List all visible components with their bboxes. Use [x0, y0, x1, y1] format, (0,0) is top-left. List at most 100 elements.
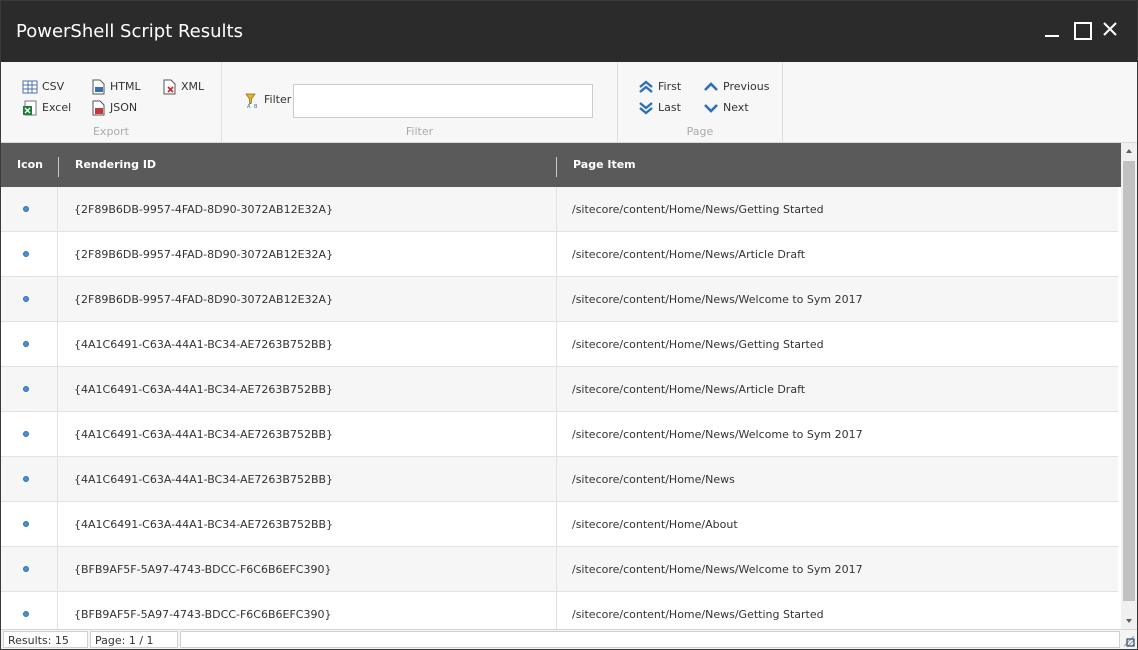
- item-dot-icon: [23, 611, 29, 617]
- page-item-cell: /sitecore/content/Home/News/Getting Star…: [572, 338, 824, 351]
- rendering-id-cell: {BFB9AF5F-5A97-4743-BDCC-F6C6B6EFC390}: [59, 592, 557, 629]
- last-page-label: Last: [658, 101, 681, 114]
- item-dot-icon: [23, 206, 29, 212]
- minimize-button[interactable]: [1041, 19, 1063, 41]
- csv-file-icon: [22, 80, 38, 94]
- page-item-cell: /sitecore/content/Home/News/Getting Star…: [572, 608, 824, 621]
- column-header-rendering-id[interactable]: Rendering ID: [59, 143, 557, 187]
- item-dot-icon: [23, 521, 29, 527]
- export-json-button[interactable]: JSON: [90, 100, 137, 116]
- scroll-down-arrow-icon: [1126, 619, 1132, 623]
- rendering-id-cell: {BFB9AF5F-5A97-4743-BDCC-F6C6B6EFC390}: [59, 547, 557, 592]
- table-row[interactable]: {4A1C6491-C63A-44A1-BC34-AE7263B752BB} /…: [1, 322, 1118, 367]
- svg-text:A: A: [247, 104, 251, 108]
- export-excel-button[interactable]: Excel: [22, 100, 71, 116]
- export-excel-label: Excel: [42, 101, 72, 114]
- svg-text:B: B: [254, 104, 258, 108]
- scrollbar-thumb[interactable]: [1123, 161, 1135, 601]
- page-item-cell: /sitecore/content/Home/News: [572, 473, 735, 486]
- item-dot-icon: [23, 296, 29, 302]
- status-message: [180, 631, 1120, 648]
- page-indicator: Page: 1 / 1: [90, 631, 178, 648]
- powershell-results-window: PowerShell Script Results CSV Excel HTML…: [0, 0, 1138, 650]
- icon-cell: [1, 547, 58, 592]
- json-file-icon: [92, 100, 105, 116]
- title-bar: PowerShell Script Results: [1, 1, 1137, 62]
- first-page-label: First: [658, 80, 682, 93]
- table-row[interactable]: {2F89B6DB-9957-4FAD-8D90-3072AB12E32A} /…: [1, 232, 1118, 277]
- table-row[interactable]: {4A1C6491-C63A-44A1-BC34-AE7263B752BB} /…: [1, 367, 1118, 412]
- window-title: PowerShell Script Results: [16, 21, 243, 42]
- chevron-down-icon: [704, 104, 718, 113]
- rendering-id-cell: {4A1C6491-C63A-44A1-BC34-AE7263B752BB}: [59, 457, 557, 502]
- html-file-icon: [92, 79, 105, 95]
- previous-page-label: Previous: [723, 80, 770, 93]
- page-item-cell: /sitecore/content/Home/News/Welcome to S…: [572, 563, 863, 576]
- filter-icon: A B: [245, 93, 258, 108]
- table-row[interactable]: {4A1C6491-C63A-44A1-BC34-AE7263B752BB} /…: [1, 502, 1118, 547]
- scroll-up-button[interactable]: [1121, 143, 1137, 159]
- rendering-id-cell: {2F89B6DB-9957-4FAD-8D90-3072AB12E32A}: [59, 187, 557, 232]
- results-grid: Icon Rendering ID Page Item {2F89B6DB-99…: [1, 143, 1121, 629]
- ribbon: CSV Excel HTML JSON XML Export A B Filte…: [1, 62, 1137, 143]
- excel-file-icon: [23, 100, 37, 116]
- icon-cell: [1, 592, 58, 629]
- export-csv-button[interactable]: CSV: [22, 79, 64, 95]
- item-dot-icon: [23, 341, 29, 347]
- next-page-label: Next: [723, 101, 749, 114]
- results-count: Results: 15: [3, 631, 88, 648]
- scroll-up-arrow-icon: [1126, 149, 1132, 153]
- icon-cell: [1, 502, 58, 547]
- status-bar: Results: 15 Page: 1 / 1: [1, 629, 1137, 649]
- export-xml-label: XML: [181, 80, 205, 93]
- scroll-down-button[interactable]: [1121, 613, 1137, 629]
- maximize-button[interactable]: [1070, 19, 1092, 41]
- icon-cell: [1, 322, 58, 367]
- close-button[interactable]: [1099, 19, 1121, 41]
- double-chevron-up-icon: [639, 80, 653, 93]
- icon-cell: [1, 457, 58, 502]
- item-dot-icon: [23, 566, 29, 572]
- filter-group: A B Filter Filter: [222, 62, 618, 142]
- first-page-button[interactable]: First: [638, 79, 681, 95]
- table-row[interactable]: {4A1C6491-C63A-44A1-BC34-AE7263B752BB} /…: [1, 457, 1118, 502]
- table-row[interactable]: {BFB9AF5F-5A97-4743-BDCC-F6C6B6EFC390} /…: [1, 592, 1118, 629]
- icon-cell: [1, 187, 58, 232]
- table-row[interactable]: {BFB9AF5F-5A97-4743-BDCC-F6C6B6EFC390} /…: [1, 547, 1118, 592]
- filter-button-label: Filter: [264, 93, 292, 106]
- last-page-button[interactable]: Last: [638, 100, 681, 116]
- double-chevron-down-icon: [639, 102, 653, 115]
- rendering-id-cell: {4A1C6491-C63A-44A1-BC34-AE7263B752BB}: [59, 412, 557, 457]
- previous-page-button[interactable]: Previous: [703, 79, 770, 95]
- page-item-cell: /sitecore/content/Home/News/Welcome to S…: [572, 428, 863, 441]
- export-html-button[interactable]: HTML: [90, 79, 141, 95]
- item-dot-icon: [23, 386, 29, 392]
- page-item-cell: /sitecore/content/Home/News/Article Draf…: [572, 248, 806, 261]
- filter-button[interactable]: A B Filter: [244, 92, 291, 108]
- icon-cell: [1, 367, 58, 412]
- export-xml-button[interactable]: XML: [161, 79, 204, 95]
- vertical-scrollbar[interactable]: [1121, 143, 1137, 629]
- table-row[interactable]: {4A1C6491-C63A-44A1-BC34-AE7263B752BB} /…: [1, 412, 1118, 457]
- page-group-label: Page: [686, 125, 714, 138]
- export-csv-label: CSV: [42, 80, 65, 93]
- page-item-cell: /sitecore/content/Home/News/Getting Star…: [572, 203, 824, 216]
- filter-input[interactable]: [293, 84, 593, 118]
- icon-cell: [1, 232, 58, 277]
- icon-cell: [1, 277, 58, 322]
- close-icon: [1103, 22, 1117, 36]
- table-row[interactable]: {2F89B6DB-9957-4FAD-8D90-3072AB12E32A} /…: [1, 187, 1118, 232]
- next-page-button[interactable]: Next: [703, 100, 749, 116]
- export-json-label: JSON: [110, 101, 138, 114]
- column-header-icon[interactable]: Icon: [1, 143, 58, 187]
- table-row[interactable]: {2F89B6DB-9957-4FAD-8D90-3072AB12E32A} /…: [1, 277, 1118, 322]
- resize-grip-icon[interactable]: [1121, 633, 1135, 647]
- column-header-page-item[interactable]: Page Item: [557, 143, 1117, 187]
- grid-rows: {2F89B6DB-9957-4FAD-8D90-3072AB12E32A} /…: [1, 187, 1121, 629]
- export-html-label: HTML: [110, 80, 141, 93]
- export-group: CSV Excel HTML JSON XML Export: [1, 62, 222, 142]
- item-dot-icon: [23, 431, 29, 437]
- export-group-label: Export: [92, 125, 129, 138]
- icon-cell: [1, 412, 58, 457]
- rendering-id-cell: {4A1C6491-C63A-44A1-BC34-AE7263B752BB}: [59, 367, 557, 412]
